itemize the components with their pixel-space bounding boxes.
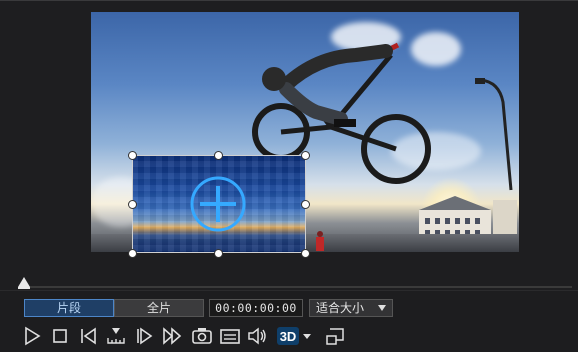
stop-icon	[53, 329, 67, 343]
player-frame	[0, 0, 578, 290]
resize-handle-top-left[interactable]	[128, 151, 137, 160]
play-button[interactable]	[21, 325, 43, 347]
snapshot-button[interactable]	[191, 325, 213, 347]
resize-handle-bottom-right[interactable]	[301, 249, 310, 258]
clip-mode-button[interactable]: 片段	[24, 299, 114, 317]
pip-window-icon	[326, 328, 344, 345]
pip-window-button[interactable]	[324, 325, 346, 347]
resize-handle-bottom-left[interactable]	[128, 249, 137, 258]
timeline-track[interactable]	[20, 286, 572, 288]
volume-icon	[248, 327, 266, 345]
playhead-base	[18, 287, 30, 289]
step-button[interactable]	[105, 325, 127, 347]
chevron-down-icon	[378, 305, 386, 311]
full-movie-mode-button[interactable]: 全片	[114, 299, 204, 317]
resize-handle-top[interactable]	[214, 151, 223, 160]
subtitle-icon	[220, 329, 240, 344]
playback-controls: 片段 全片 00:00:00:00 适合大小 3D	[0, 290, 578, 352]
step-icon	[107, 328, 125, 344]
resize-handle-top-right[interactable]	[301, 151, 310, 160]
fast-forward-button[interactable]	[161, 325, 183, 347]
resize-handle-left[interactable]	[128, 200, 137, 209]
resize-handle-bottom[interactable]	[214, 249, 223, 258]
street-lamp	[475, 78, 513, 191]
timeline-scrubber[interactable]	[0, 277, 578, 291]
svg-text:3D: 3D	[280, 329, 297, 344]
play-icon	[25, 326, 41, 346]
next-frame-button[interactable]	[133, 325, 155, 347]
fit-size-dropdown[interactable]: 适合大小	[309, 299, 393, 317]
stop-button[interactable]	[49, 325, 71, 347]
previous-frame-icon	[81, 327, 96, 345]
3d-mode-button[interactable]: 3D	[276, 325, 316, 347]
add-media-icon[interactable]	[190, 176, 246, 232]
resize-handle-right[interactable]	[301, 200, 310, 209]
timecode-display[interactable]: 00:00:00:00	[209, 299, 303, 317]
bystander	[316, 231, 324, 251]
subtitles-button[interactable]	[219, 325, 241, 347]
fast-forward-icon	[163, 327, 182, 345]
fit-size-label: 适合大小	[316, 301, 365, 315]
previous-frame-button[interactable]	[77, 325, 99, 347]
camera-icon	[192, 328, 212, 344]
3d-icon: 3D	[277, 327, 311, 345]
next-frame-icon	[137, 327, 153, 345]
playhead-marker[interactable]	[18, 277, 30, 287]
volume-button[interactable]	[246, 325, 268, 347]
